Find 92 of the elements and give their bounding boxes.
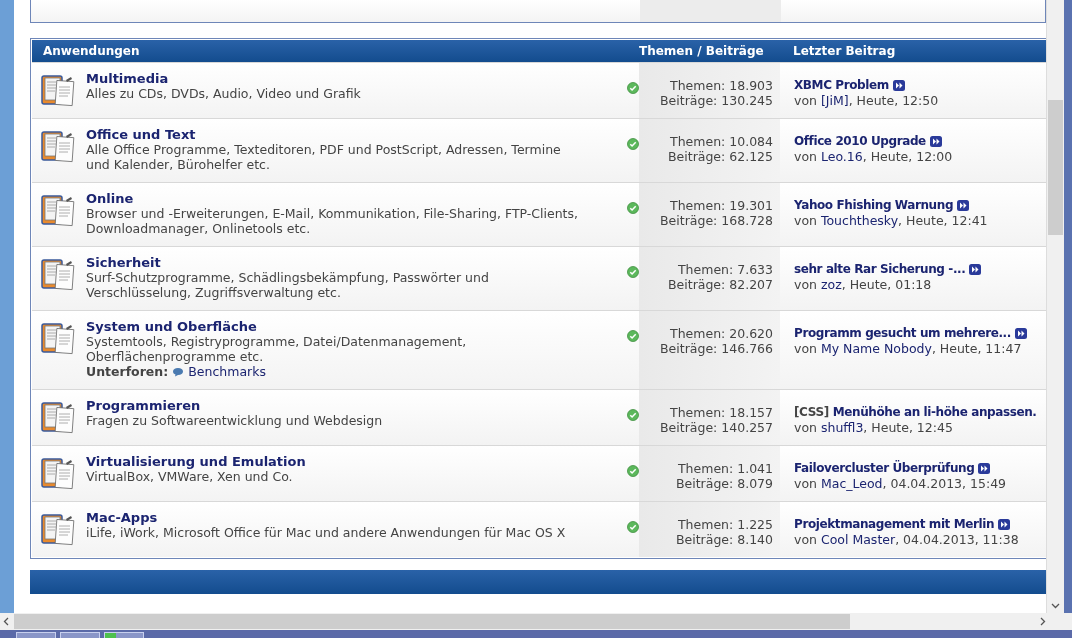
- forum-title[interactable]: System und Oberfläche: [86, 319, 583, 334]
- author-link[interactable]: [JiM]: [820, 93, 849, 108]
- last-post-title[interactable]: XBMC Problem: [794, 78, 889, 93]
- author-link[interactable]: zoz: [820, 277, 842, 292]
- vertical-scrollbar[interactable]: [1046, 0, 1064, 613]
- post-count: Beiträge: 140.257: [660, 420, 773, 435]
- horizontal-scrollbar[interactable]: [0, 613, 1072, 630]
- post-count: Beiträge: 62.125: [668, 149, 773, 164]
- forum-title[interactable]: Office und Text: [86, 127, 583, 142]
- topic-count: Themen: 20.620: [670, 326, 773, 341]
- check-icon: [627, 266, 639, 278]
- scroll-down-icon[interactable]: [1051, 603, 1060, 609]
- check-icon: [627, 82, 639, 94]
- last-post-meta: von Cool Master, 04.04.2013, 11:38: [794, 532, 1020, 547]
- column-header: Themen / Beiträge: [639, 44, 765, 58]
- post-count: Beiträge: 130.245: [660, 93, 773, 108]
- author-link[interactable]: Mac_Leod: [820, 476, 883, 491]
- last-post-meta: von Leo.16, Heute, 12:00: [794, 149, 954, 164]
- post-count: Beiträge: 146.766: [660, 341, 773, 356]
- last-post-title[interactable]: Yahoo Fhishing Warnung: [794, 198, 954, 213]
- author-link[interactable]: Touchthesky: [820, 213, 899, 228]
- last-post-title[interactable]: Failovercluster Überprüfung: [794, 461, 975, 476]
- scrollbar-thumb[interactable]: [1048, 100, 1063, 235]
- topic-count: Themen: 1.225: [678, 517, 773, 532]
- topic-count: Themen: 10.084: [670, 134, 773, 149]
- forum-description: Surf-Schutzprogramme, Schädlingsbekämpfung, Passwörter und Verschlüsselung, Zugriffsverwaltung etc.: [86, 270, 490, 300]
- column-header: Letzter Beitrag: [793, 44, 896, 58]
- post-count: Beiträge: 168.728: [660, 213, 773, 228]
- post-count: Beiträge: 8.140: [675, 532, 773, 547]
- author-link[interactable]: Leo.16: [820, 149, 863, 164]
- jump-to-post-icon[interactable]: [892, 80, 905, 91]
- jump-to-post-icon[interactable]: [978, 463, 991, 474]
- scroll-right-icon[interactable]: [1040, 617, 1046, 626]
- last-post-title[interactable]: Projektmanagement mit Merlin: [794, 517, 995, 532]
- topic-count: Themen: 7.633: [678, 262, 773, 277]
- thread-prefix: [CSS]: [794, 405, 829, 420]
- last-post-title[interactable]: Office 2010 Upgrade: [794, 134, 926, 149]
- author-link[interactable]: Cool Master: [820, 532, 896, 547]
- forum-description: Systemtools, Registryprogramme, Datei/Datenmanagement, Oberflächenprogramme etc.: [86, 334, 468, 364]
- check-icon: [627, 409, 639, 421]
- last-post-title[interactable]: sehr alte Rar Sicherung -...: [794, 262, 966, 277]
- forum-description: Fragen zu Softwareentwicklung und Webdesign: [86, 413, 384, 428]
- last-post-meta: von Mac_Leod, 04.04.2013, 15:49: [794, 476, 1008, 491]
- check-icon: [627, 138, 639, 150]
- last-post-meta: von [JiM], Heute, 12:50: [794, 93, 940, 108]
- clipboard-icon: [40, 192, 76, 228]
- check-icon: [627, 521, 639, 533]
- scroll-left-icon[interactable]: [3, 617, 9, 626]
- forum-title[interactable]: Sicherheit: [86, 255, 583, 270]
- topic-count: Themen: 19.301: [670, 198, 773, 213]
- jump-to-post-icon[interactable]: [1014, 328, 1027, 339]
- section-title[interactable]: Anwendungen: [32, 44, 639, 58]
- forum-title[interactable]: Mac-Apps: [86, 510, 583, 525]
- last-post-title[interactable]: Programm gesucht um mehrere...: [794, 326, 1011, 341]
- forum-title[interactable]: Multimedia: [86, 71, 583, 86]
- forum-description: Alles zu CDs, DVDs, Audio, Video und Grafik: [86, 86, 362, 101]
- topic-count: Themen: 1.041: [678, 461, 773, 476]
- scrollbar-thumb[interactable]: [14, 614, 850, 629]
- forum-title[interactable]: Online: [86, 191, 583, 206]
- jump-to-post-icon[interactable]: [969, 264, 982, 275]
- forum-title[interactable]: Programmieren: [86, 398, 583, 413]
- last-post-meta: von My Name Nobody, Heute, 11:47: [794, 341, 1023, 356]
- jump-to-post-icon[interactable]: [957, 200, 970, 211]
- clipboard-icon: [40, 256, 76, 292]
- last-post-title[interactable]: Menühöhe an li-höhe anpassen.: [832, 405, 1037, 420]
- clipboard-icon: [40, 511, 76, 547]
- clipboard-icon: [40, 128, 76, 164]
- topic-count: Themen: 18.903: [670, 78, 773, 93]
- check-icon: [627, 465, 639, 477]
- post-count: Beiträge: 8.079: [675, 476, 773, 491]
- last-post-meta: von shuffl3, Heute, 12:45: [794, 420, 954, 435]
- clipboard-icon: [40, 399, 76, 435]
- forum-title[interactable]: Virtualisierung und Emulation: [86, 454, 583, 469]
- subforums-label: Unterforen:: [86, 364, 169, 379]
- forum-description: Alle Office Programme, Texteditoren, PDF und PostScript, Adressen, Termine und Kalender, Bürohelfer etc.: [86, 142, 562, 172]
- jump-to-post-icon[interactable]: [929, 136, 942, 147]
- check-icon: [627, 330, 639, 342]
- clipboard-icon: [40, 72, 76, 108]
- clipboard-icon: [40, 455, 76, 491]
- last-post-meta: von zoz, Heute, 01:18: [794, 277, 933, 292]
- forum-description: Browser und -Erweiterungen, E-Mail, Kommunikation, File-Sharing, FTP-Clients, Downloadmanager, Onlinetools etc.: [86, 206, 579, 236]
- last-post-meta: von Touchthesky, Heute, 12:41: [794, 213, 989, 228]
- jump-to-post-icon[interactable]: [998, 519, 1011, 530]
- topic-count: Themen: 18.157: [670, 405, 773, 420]
- forum-description: iLife, iWork, Microsoft Office für Mac und andere Anwendungen für Mac OS X: [86, 525, 567, 540]
- subforum-link[interactable]: Benchmarks: [188, 364, 266, 379]
- clipboard-icon: [40, 320, 76, 356]
- author-link[interactable]: My Name Nobody: [820, 341, 932, 356]
- check-icon: [627, 202, 639, 214]
- forum-description: VirtualBox, VMWare, Xen und Co.: [86, 469, 294, 484]
- post-count: Beiträge: 82.207: [668, 277, 773, 292]
- speech-bubble-icon: [172, 366, 185, 377]
